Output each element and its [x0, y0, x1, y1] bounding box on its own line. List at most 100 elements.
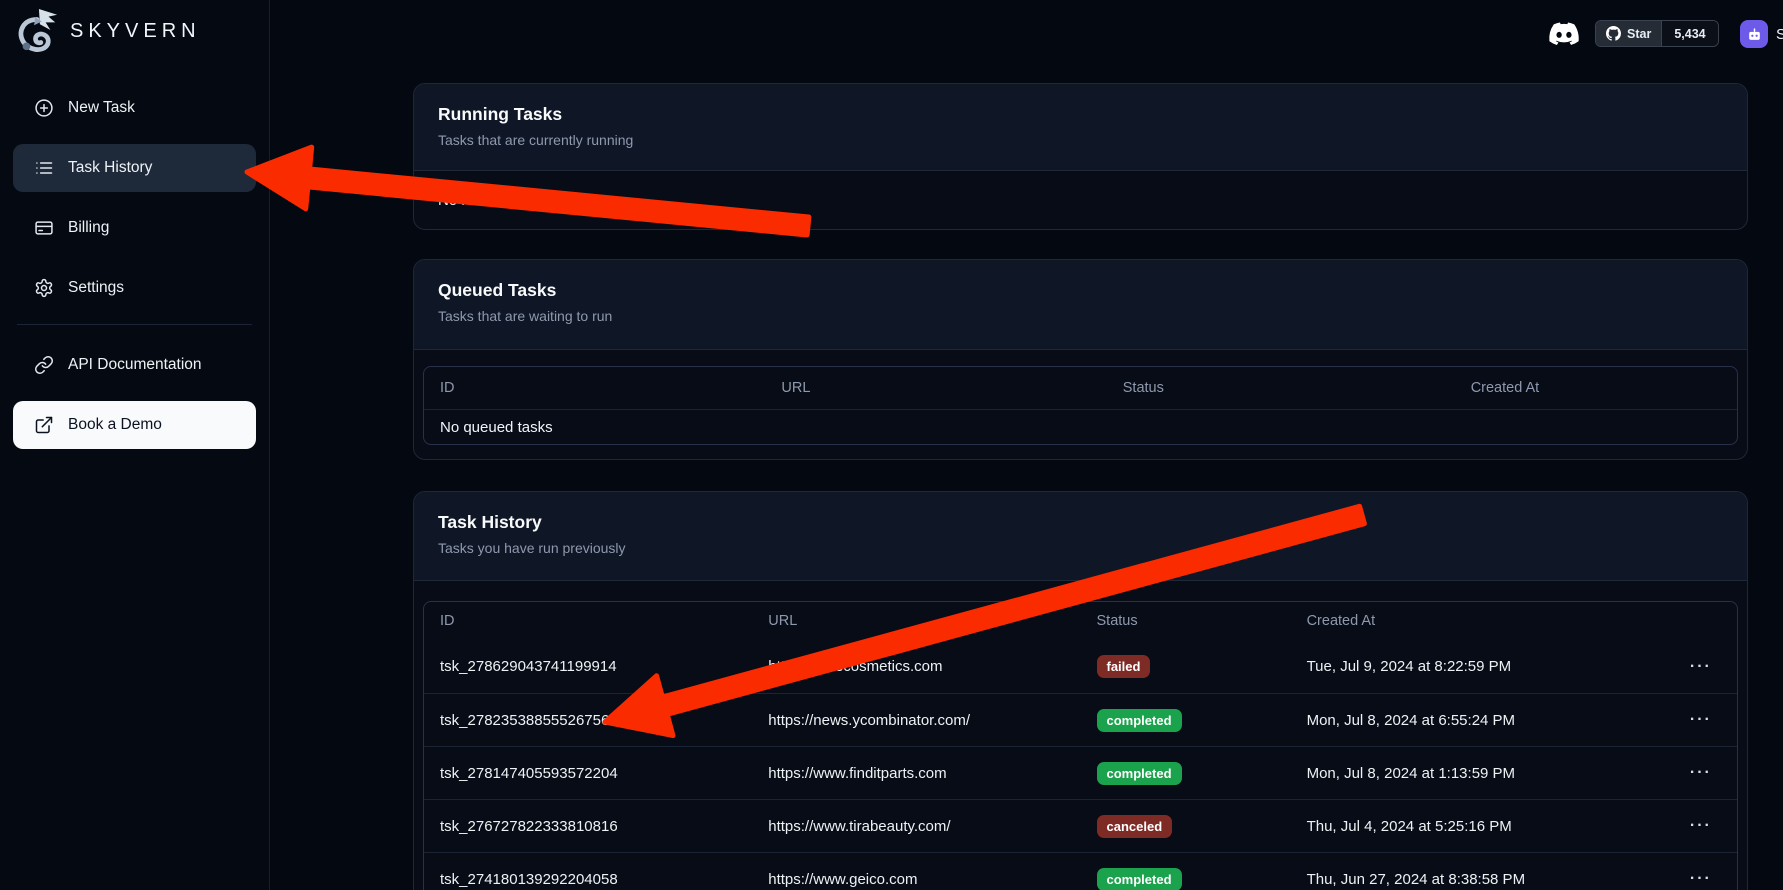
sidebar-item-task-history[interactable]: Task History	[13, 144, 256, 192]
card-subtitle: Tasks you have run previously	[438, 540, 1723, 574]
status-cell: completed	[1081, 868, 1291, 890]
created-at-cell: Mon, Jul 8, 2024 at 1:13:59 PM	[1291, 765, 1665, 782]
created-at-cell: Tue, Jul 9, 2024 at 8:22:59 PM	[1291, 658, 1665, 675]
created-at-cell: Thu, Jun 27, 2024 at 8:38:58 PM	[1291, 871, 1665, 888]
sidebar-divider	[17, 324, 252, 325]
task-url-cell: https://tartecosmetics.com	[752, 658, 1080, 675]
card-subtitle: Tasks that are waiting to run	[438, 308, 1723, 342]
column-header-created-at: Created At	[1455, 380, 1737, 396]
dragon-logo-icon	[14, 6, 60, 56]
queued-tasks-header: Queued Tasks Tasks that are waiting to r…	[414, 260, 1747, 350]
task-history-row[interactable]: tsk_276727822333810816 https://www.tirab…	[424, 799, 1737, 852]
no-running-tasks-text: No running tasks	[414, 171, 1747, 230]
card-title: Running Tasks	[438, 104, 1723, 125]
external-link-icon	[33, 415, 54, 436]
table-header-row: ID URL Status Created At	[424, 602, 1737, 640]
sidebar-item-label: Settings	[68, 279, 124, 297]
no-queued-tasks-text: No queued tasks	[424, 419, 553, 436]
status-badge: completed	[1097, 868, 1182, 890]
status-badge: completed	[1097, 762, 1182, 785]
sidebar-item-settings[interactable]: Settings	[13, 264, 256, 312]
row-actions-button[interactable]: ···	[1690, 711, 1712, 728]
task-id-cell: tsk_274180139292204058	[424, 871, 752, 888]
column-header-url: URL	[752, 613, 1080, 629]
skyvern-logo: SKYVERN	[0, 0, 269, 62]
app-window: SKYVERN New Task Task History Billing	[0, 0, 1783, 890]
sidebar-item-label: New Task	[68, 99, 135, 117]
list-icon	[33, 158, 54, 179]
column-header-id: ID	[424, 613, 752, 629]
column-header-id: ID	[424, 380, 765, 396]
status-cell: completed	[1081, 762, 1291, 785]
sidebar-item-label: Billing	[68, 219, 109, 237]
task-url-cell: https://news.ycombinator.com/	[752, 712, 1080, 729]
link-icon	[33, 355, 54, 376]
gear-icon	[33, 278, 54, 299]
column-header-created-at: Created At	[1291, 613, 1665, 629]
card-subtitle: Tasks that are currently running	[438, 132, 1723, 166]
actions-cell: ···	[1665, 658, 1737, 676]
task-history-card: Task History Tasks you have run previous…	[413, 491, 1748, 890]
task-id-cell: tsk_278235388555267564	[424, 712, 752, 729]
row-actions-button[interactable]: ···	[1690, 764, 1712, 781]
queued-tasks-table: ID URL Status Created At No queued tasks	[423, 366, 1738, 445]
no-queued-tasks-row: No queued tasks	[424, 409, 1737, 444]
brand-name: SKYVERN	[70, 20, 201, 43]
actions-cell: ···	[1665, 870, 1737, 888]
user-name: Sk	[1776, 26, 1783, 43]
task-history-row[interactable]: tsk_278235388555267564 https://news.ycom…	[424, 693, 1737, 746]
sidebar-item-label: API Documentation	[68, 356, 202, 374]
github-star-button[interactable]: Star 5,434	[1595, 20, 1719, 47]
queued-tasks-card: Queued Tasks Tasks that are waiting to r…	[413, 259, 1748, 460]
sidebar-item-api-documentation[interactable]: API Documentation	[13, 341, 256, 389]
task-history-table: ID URL Status Created At tsk_27862904374…	[423, 601, 1738, 890]
discord-icon[interactable]	[1547, 19, 1581, 46]
credit-card-icon	[33, 218, 54, 239]
status-badge: completed	[1097, 709, 1182, 732]
task-history-header: Task History Tasks you have run previous…	[414, 492, 1747, 581]
row-actions-button[interactable]: ···	[1690, 817, 1712, 834]
sidebar-item-label: Task History	[68, 159, 152, 177]
created-at-cell: Mon, Jul 8, 2024 at 6:55:24 PM	[1291, 712, 1665, 729]
actions-cell: ···	[1665, 764, 1737, 782]
task-history-row[interactable]: tsk_274180139292204058 https://www.geico…	[424, 852, 1737, 890]
task-url-cell: https://www.geico.com	[752, 871, 1080, 888]
task-id-cell: tsk_278629043741199914	[424, 658, 752, 675]
column-header-status: Status	[1081, 613, 1291, 629]
github-icon	[1606, 26, 1621, 41]
task-history-row[interactable]: tsk_278147405593572204 https://www.findi…	[424, 746, 1737, 799]
github-star-label: Star	[1627, 27, 1651, 41]
status-badge: canceled	[1097, 815, 1173, 838]
status-cell: canceled	[1081, 815, 1291, 838]
running-tasks-card: Running Tasks Tasks that are currently r…	[413, 83, 1748, 230]
created-at-cell: Thu, Jul 4, 2024 at 5:25:16 PM	[1291, 818, 1665, 835]
sidebar-item-label: Book a Demo	[68, 416, 162, 434]
row-actions-button[interactable]: ···	[1690, 870, 1712, 887]
table-header-row: ID URL Status Created At	[424, 367, 1737, 409]
sidebar-item-book-a-demo[interactable]: Book a Demo	[13, 401, 256, 449]
card-title: Queued Tasks	[438, 280, 1723, 301]
card-title: Task History	[438, 512, 1723, 533]
running-tasks-header: Running Tasks Tasks that are currently r…	[414, 84, 1747, 171]
task-url-cell: https://www.tirabeauty.com/	[752, 818, 1080, 835]
actions-cell: ···	[1665, 711, 1737, 729]
row-actions-button[interactable]: ···	[1690, 658, 1712, 675]
actions-cell: ···	[1665, 817, 1737, 835]
status-cell: failed	[1081, 655, 1291, 678]
task-url-cell: https://www.finditparts.com	[752, 765, 1080, 782]
task-id-cell: tsk_276727822333810816	[424, 818, 752, 835]
sidebar-item-billing[interactable]: Billing	[13, 204, 256, 252]
column-header-url: URL	[765, 380, 1106, 396]
status-badge: failed	[1097, 655, 1151, 678]
sidebar-nav: New Task Task History Billing Settings	[0, 62, 269, 449]
sidebar: SKYVERN New Task Task History Billing	[0, 0, 270, 890]
github-star-segment: Star	[1596, 21, 1661, 46]
robot-avatar-icon	[1746, 26, 1763, 43]
column-header-status: Status	[1107, 380, 1455, 396]
task-history-row[interactable]: tsk_278629043741199914 https://tartecosm…	[424, 640, 1737, 693]
task-id-cell: tsk_278147405593572204	[424, 765, 752, 782]
plus-circle-icon	[33, 98, 54, 119]
user-avatar[interactable]	[1740, 20, 1768, 48]
sidebar-item-new-task[interactable]: New Task	[13, 84, 256, 132]
github-star-count: 5,434	[1661, 21, 1717, 46]
